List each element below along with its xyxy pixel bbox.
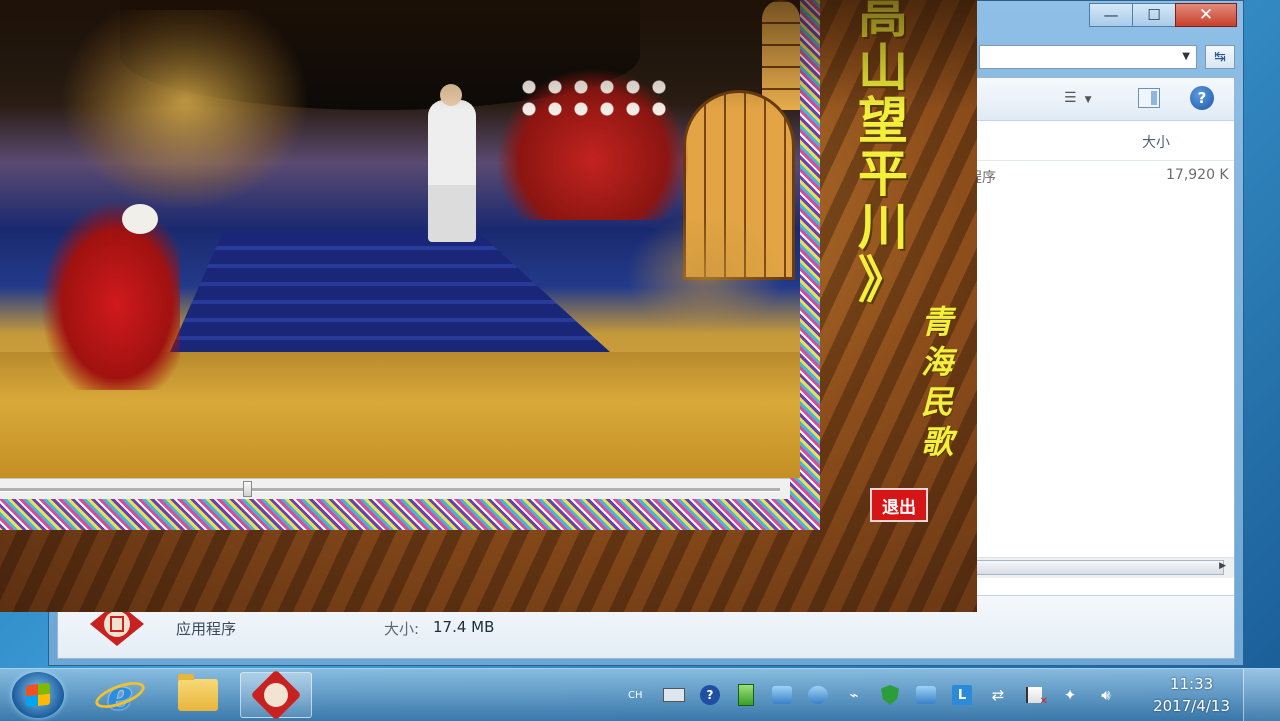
stage-tree — [60, 10, 310, 210]
details-size-label: 大小: — [384, 620, 420, 638]
system-tray: CH ? ⌁ L ⇄ ✦ 🔊︎ — [620, 669, 1124, 721]
song-player-window: 高山望平川》 青海民歌 退出 — [0, 0, 977, 612]
song-title-char: 高 — [858, 0, 908, 44]
playback-slider-bar — [0, 478, 790, 499]
details-file-type: 应用程序 — [176, 620, 237, 638]
foreground-dancer — [40, 200, 180, 390]
singer-in-white — [428, 84, 476, 242]
maximize-button[interactable]: ☐ — [1132, 3, 1176, 27]
update-icon[interactable] — [800, 684, 836, 706]
address-bar-row: ▼ ↹ — [979, 45, 1235, 71]
clock-time: 11:33 — [1169, 675, 1214, 693]
video-area[interactable] — [0, 0, 800, 478]
song-title-char: 望 — [858, 91, 908, 150]
preview-pane-button[interactable] — [1138, 88, 1160, 108]
stage-backdrop — [120, 0, 640, 110]
song-subtitle-char: 青 — [920, 303, 953, 341]
change-view-button[interactable]: ☰ ▼ — [1064, 90, 1091, 106]
folder-icon — [178, 674, 218, 711]
windows-logo-icon — [26, 682, 50, 708]
minimize-icon: — — [1103, 6, 1119, 24]
close-icon: ✕ — [1198, 5, 1214, 25]
exit-button[interactable]: 退出 — [870, 488, 928, 522]
video-frame — [0, 0, 820, 530]
song-title-char: 山 — [858, 38, 908, 97]
show-desktop-button[interactable] — [1243, 669, 1280, 721]
taskbar-song-player[interactable] — [240, 669, 312, 721]
refresh-button[interactable]: ↹ — [1205, 45, 1235, 69]
keyboard-icon[interactable] — [656, 684, 692, 706]
clock[interactable]: 11:33 2017/4/13 — [1153, 673, 1230, 717]
stage-window-top — [762, 0, 800, 110]
close-button[interactable]: ✕ — [1175, 3, 1237, 27]
stage-shrub — [620, 210, 790, 340]
song-title-char: 川 — [858, 197, 908, 256]
wireless-icon[interactable]: ✦ — [1052, 684, 1088, 706]
monitor-icon[interactable] — [764, 684, 800, 706]
file-size-cell: 17,920 K — [1166, 167, 1229, 183]
view-list-icon: ☰ — [1064, 90, 1077, 106]
address-bar[interactable]: ▼ — [979, 45, 1197, 69]
song-subtitle-char: 海 — [920, 343, 953, 381]
help-icon: ? — [1197, 89, 1207, 107]
ime-help-icon[interactable]: ? — [692, 684, 728, 706]
app-window-icon[interactable] — [908, 684, 944, 706]
song-subtitle-char: 民 — [920, 383, 953, 421]
start-button[interactable] — [12, 672, 64, 718]
stage-stairs — [170, 232, 610, 352]
minimize-button[interactable]: — — [1089, 3, 1133, 27]
clock-date: 2017/4/13 — [1153, 697, 1230, 715]
song-player-seal-icon — [250, 669, 302, 721]
column-header-size[interactable]: 大小 — [1142, 132, 1170, 152]
l-app-icon[interactable]: L — [944, 684, 980, 706]
playback-track[interactable] — [0, 488, 780, 492]
help-button[interactable]: ? — [1190, 86, 1214, 110]
window-controls: — ☐ ✕ — [1089, 3, 1237, 27]
details-size-value: 17.4 MB — [433, 618, 495, 636]
song-subtitle-char: 歌 — [920, 423, 953, 461]
chorus-dancers — [498, 70, 688, 220]
battery-icon[interactable] — [728, 684, 764, 706]
scroll-right-icon[interactable]: ▶ — [1219, 561, 1226, 571]
song-title-char: 平 — [858, 144, 908, 203]
network-icon[interactable]: ⇄ — [980, 684, 1016, 706]
refresh-icon: ↹ — [1214, 49, 1226, 65]
playback-thumb[interactable] — [243, 481, 252, 497]
song-subtitle: 青海民歌 — [912, 302, 962, 462]
chevron-down-icon: ▼ — [1084, 95, 1092, 105]
taskbar-explorer[interactable] — [162, 672, 234, 718]
song-title-char: 》 — [858, 250, 908, 309]
song-title: 高山望平川》 — [843, 0, 923, 306]
network-tool-icon[interactable]: ⌁ — [836, 684, 872, 706]
taskbar: e CH ? ⌁ L ⇄ ✦ 🔊︎ 11:33 2017/4/13 — [0, 668, 1280, 721]
security-shield-icon[interactable] — [872, 684, 908, 706]
language-indicator[interactable]: CH — [620, 684, 656, 706]
scrollbar-thumb[interactable] — [968, 560, 1224, 575]
taskbar-internet-explorer[interactable]: e — [84, 672, 156, 719]
action-center-flag-icon[interactable] — [1016, 684, 1052, 707]
horizontal-scrollbar[interactable]: ▶ — [968, 557, 1234, 578]
address-dropdown-icon[interactable]: ▼ — [1182, 51, 1190, 62]
maximize-icon: ☐ — [1147, 6, 1161, 24]
volume-icon[interactable]: 🔊︎ — [1088, 684, 1124, 706]
